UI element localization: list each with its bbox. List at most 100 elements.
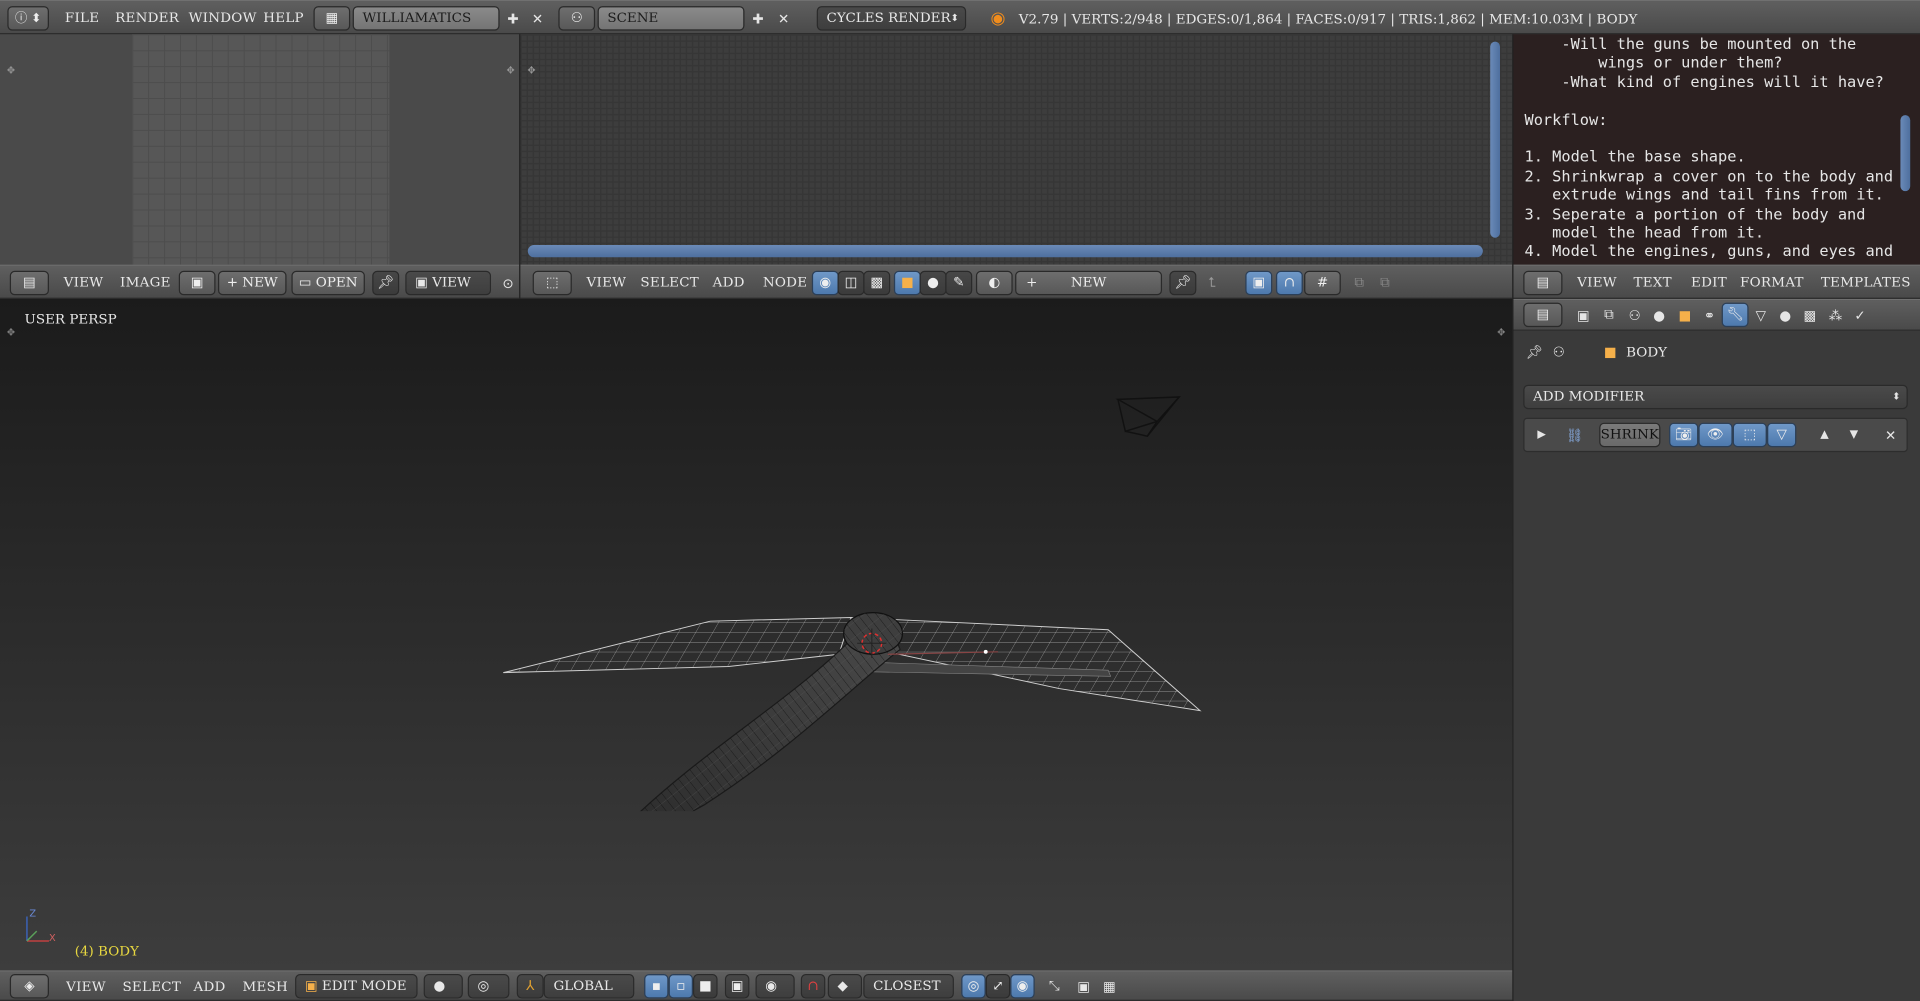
mode-select[interactable]: ▣ EDIT MODE (295, 974, 418, 999)
region-toggle-icon[interactable]: ✥ (520, 59, 542, 81)
properties-toggle-icon[interactable]: ✥ (1490, 321, 1512, 343)
editor-type-button[interactable]: ⬚ (532, 270, 572, 296)
data-tab-icon[interactable]: ▽ (1750, 304, 1772, 326)
editor-type-button[interactable]: ▤ (9, 270, 49, 296)
manipulator-toggle[interactable]: ⅄ (516, 974, 544, 999)
go-parent-icon[interactable]: ⮤ (1201, 272, 1223, 294)
vertical-scrollbar[interactable] (1490, 41, 1501, 238)
pin-button[interactable]: 📌︎ (372, 270, 400, 296)
paste-icon[interactable]: ⧉ (1374, 272, 1396, 294)
cage-toggle[interactable]: ▽ (1766, 422, 1797, 448)
menu-text[interactable]: TEXT (1633, 266, 1671, 300)
remove-modifier-icon[interactable]: ✕ (1880, 424, 1902, 446)
texture-tab-icon[interactable]: ▩ (1799, 304, 1821, 326)
scene-selector-button[interactable]: ⚇ (558, 6, 596, 31)
add-modifier-button[interactable]: ADD MODIFIER ⬍ (1523, 384, 1908, 410)
material-browse-button[interactable]: ◐ (975, 270, 1013, 296)
snap-toggle-button[interactable]: ∩ (1275, 270, 1303, 296)
text-scrollbar[interactable] (1900, 115, 1911, 192)
menu-templates[interactable]: TEMPLATES (1821, 266, 1911, 300)
proportional-edit-select[interactable]: ◉ (755, 974, 795, 999)
modifiers-tab-button[interactable]: 🔧︎ (1721, 302, 1749, 328)
shader-nodes-button[interactable]: ◉ (811, 270, 839, 296)
menu-select[interactable]: SELECT (122, 972, 181, 1001)
snap-peel-button[interactable]: ◉ (1010, 974, 1035, 999)
text-line[interactable] (1525, 129, 1905, 148)
render-image-icon[interactable]: ▣ (1073, 975, 1095, 997)
text-line[interactable]: -Will the guns be mounted on the (1525, 34, 1905, 53)
edit-mode-toggle[interactable]: ⬚ (1732, 422, 1767, 448)
menu-edit[interactable]: EDIT (1691, 266, 1727, 300)
screen-layout-field[interactable]: WILLIAMATICS (352, 6, 500, 31)
menu-file[interactable]: FILE (65, 1, 99, 35)
render-layers-tab-icon[interactable]: ⧉ (1598, 304, 1620, 326)
editor-type-button[interactable]: ⓘ ⬍ (7, 6, 49, 31)
menu-add[interactable]: ADD (713, 266, 745, 300)
edge-select-button[interactable]: ▫ (668, 974, 694, 999)
menu-view[interactable]: VIEW (66, 972, 106, 1001)
particles-tab-icon[interactable]: ⁂ (1825, 304, 1847, 326)
texture-nodes-button[interactable]: ▩ (863, 270, 891, 296)
snap-toggle-button[interactable]: ∩ (800, 974, 826, 999)
close-scene-icon[interactable]: ✕ (773, 7, 795, 29)
copy-icon[interactable]: ⧉ (1348, 272, 1370, 294)
text-line[interactable]: 1. Model the base shape. (1525, 148, 1905, 167)
node-editor-area[interactable]: ✥ (520, 34, 1513, 265)
text-editor-area[interactable]: -Will the guns be mounted on the wings o… (1513, 34, 1920, 265)
text-line[interactable] (1525, 91, 1905, 110)
image-browse-button[interactable]: ▣ (178, 270, 216, 296)
snap-project-button[interactable]: ⤢ (985, 974, 1011, 999)
render-engine-select[interactable]: CYCLES RENDER ⬍ (816, 6, 967, 31)
render-animation-icon[interactable]: ▦ (1098, 975, 1120, 997)
pin-icon[interactable]: 📌︎ (1523, 341, 1545, 363)
add-scene-icon[interactable]: ✚ (747, 7, 769, 29)
menu-node[interactable]: NODE (763, 266, 807, 300)
pivot-select[interactable]: ◎ (467, 974, 510, 999)
expand-triangle-icon[interactable]: ▶ (1531, 424, 1553, 446)
menu-render[interactable]: RENDER (115, 1, 179, 35)
move-up-icon[interactable]: ▲ (1813, 424, 1835, 446)
menu-mesh[interactable]: MESH (242, 972, 288, 1001)
text-line[interactable]: wings or under them? (1525, 53, 1905, 72)
menu-select[interactable]: SELECT (640, 266, 699, 300)
text-line[interactable]: 3. Seperate a portion of the body and (1525, 204, 1905, 223)
close-layout-icon[interactable]: ✕ (527, 7, 549, 29)
opengl-render-icon[interactable]: ⤡ (1043, 975, 1065, 997)
text-line[interactable]: 4. Model the engines, guns, and eyes and (1525, 242, 1905, 261)
menu-window[interactable]: WINDOW (189, 1, 257, 35)
menu-view[interactable]: VIEW (1577, 266, 1617, 300)
modifier-name-field[interactable]: SHRINK (1599, 422, 1661, 448)
compositing-nodes-button[interactable]: ◫ (837, 270, 865, 296)
render-tab-icon[interactable]: ▣ (1572, 304, 1594, 326)
line-style-button[interactable]: ✎ (945, 270, 973, 296)
text-content[interactable]: -Will the guns be mounted on the wings o… (1525, 34, 1905, 261)
editor-type-button[interactable]: ▤ (1523, 270, 1563, 296)
image-canvas-grid[interactable] (132, 34, 390, 265)
text-line[interactable]: extrude wings and tail fins from it. (1525, 185, 1905, 204)
viewport-toggle[interactable]: 👁︎ (1698, 422, 1733, 448)
render-toggle[interactable]: 📷︎ (1668, 422, 1699, 448)
vertex-select-button[interactable]: ▪ (644, 974, 669, 999)
menu-add[interactable]: ADD (193, 972, 225, 1001)
object-shader-button[interactable]: ■ (893, 270, 921, 296)
snap-element-select[interactable]: ◆ (827, 974, 863, 999)
image-editor-area[interactable]: ✥ ✥ (0, 34, 520, 265)
face-select-button[interactable]: ■ (693, 974, 718, 999)
new-material-button[interactable]: + NEW (1015, 270, 1163, 296)
text-line[interactable]: -What kind of engines will it have? (1525, 72, 1905, 91)
text-line[interactable]: 2. Shrinkwrap a cover on to the body and (1525, 166, 1905, 185)
backdrop-button[interactable]: ▣ (1245, 270, 1273, 296)
physics-tab-icon[interactable]: ✓ (1849, 304, 1871, 326)
snap-element-select[interactable]: # (1304, 270, 1341, 296)
object-tab-icon[interactable]: ■ (1674, 304, 1696, 326)
camera-object[interactable] (1108, 390, 1189, 441)
limit-selection-button[interactable]: ▣ (724, 974, 750, 999)
text-line[interactable]: model the head from it. (1525, 223, 1905, 242)
snap-align-button[interactable]: ◎ (961, 974, 986, 999)
scene-field[interactable]: SCENE (597, 6, 745, 31)
view-mode-select[interactable]: ▣ VIEW (405, 270, 492, 296)
toolshelf-toggle-icon[interactable]: ✥ (0, 321, 22, 343)
open-image-button[interactable]: ▭ OPEN (291, 270, 365, 296)
region-toggle-icon[interactable]: ✥ (0, 59, 22, 81)
editor-type-button[interactable]: ◈ (9, 974, 49, 999)
